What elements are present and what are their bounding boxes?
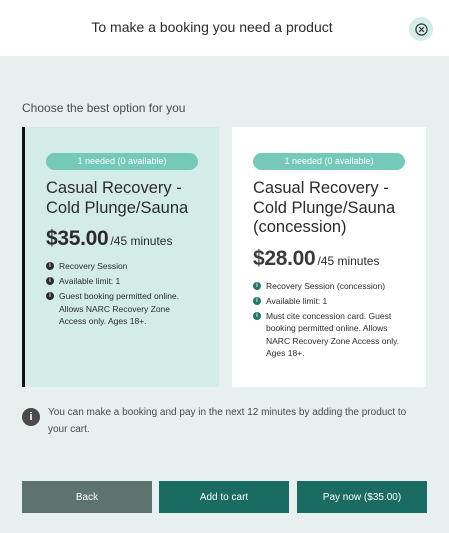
info-notice: i You can make a booking and pay in the … <box>22 404 427 438</box>
back-button[interactable]: Back <box>22 481 152 513</box>
availability-badge: 1 needed (0 available) <box>253 153 405 170</box>
info-bullet-icon: i <box>46 262 54 270</box>
feature-text: Guest booking permitted online. Allows N… <box>59 291 180 326</box>
section-subtitle: Choose the best option for you <box>22 101 186 115</box>
close-button[interactable] <box>409 17 433 41</box>
info-icon: i <box>22 408 40 426</box>
feature-text: Available limit: 1 <box>266 295 328 306</box>
product-title: Casual Recovery - Cold Plunge/Sauna <box>46 179 198 218</box>
product-card-concession[interactable]: 1 needed (0 available) Casual Recovery -… <box>232 127 426 387</box>
product-price: $35.00 <box>46 227 109 250</box>
add-to-cart-button[interactable]: Add to cart <box>159 481 289 513</box>
price-duration: /45 minutes <box>110 234 173 248</box>
feature-text: Available limit: 1 <box>59 276 121 286</box>
info-bullet-icon: i <box>253 311 261 320</box>
availability-badge: 1 needed (0 available) <box>46 153 198 170</box>
price-duration: /45 minutes <box>317 253 380 268</box>
feature-text: Recovery Session <box>59 261 128 271</box>
info-bullet-icon: i <box>253 296 261 305</box>
product-title-line: Casual Recovery - <box>46 179 182 197</box>
feature-item: i Available limit: 1 <box>46 275 198 288</box>
feature-text: Must cite concession card. Guest booking… <box>266 310 400 359</box>
product-price: $28.00 <box>253 246 316 270</box>
product-title-line: Cold Plunge/Sauna <box>253 198 396 217</box>
feature-list: i Recovery Session (concession) i Availa… <box>253 280 405 360</box>
feature-item: i Recovery Session (concession) <box>253 280 405 293</box>
product-title: Casual Recovery - Cold Plunge/Sauna (con… <box>253 179 405 238</box>
feature-item: i Must cite concession card. Guest booki… <box>253 310 405 360</box>
product-title-line: (concession) <box>253 218 347 236</box>
product-title-line: Cold Plunge/Sauna <box>46 198 189 217</box>
info-bullet-icon: i <box>46 277 54 285</box>
feature-item: i Recovery Session <box>46 260 198 273</box>
info-bullet-icon: i <box>253 281 261 290</box>
product-title-line: Casual Recovery - <box>253 179 389 197</box>
pay-now-button[interactable]: Pay now ($35.00) <box>297 481 427 513</box>
feature-list: i Recovery Session i Available limit: 1 … <box>46 260 198 328</box>
close-circle-icon <box>414 22 428 36</box>
info-bullet-icon: i <box>46 292 54 300</box>
price-row: $35.00 /45 minutes <box>46 227 198 251</box>
price-row: $28.00 /45 minutes <box>253 247 405 271</box>
feature-item: i Guest booking permitted online. Allows… <box>46 290 198 328</box>
product-card-casual[interactable]: 1 needed (0 available) Casual Recovery -… <box>22 127 219 387</box>
feature-text: Recovery Session (concession) <box>266 280 386 291</box>
feature-item: i Available limit: 1 <box>253 295 405 308</box>
dialog-header: To make a booking you need a product <box>0 0 449 56</box>
info-text: You can make a booking and pay in the ne… <box>48 407 407 435</box>
dialog-title: To make a booking you need a product <box>91 19 333 35</box>
